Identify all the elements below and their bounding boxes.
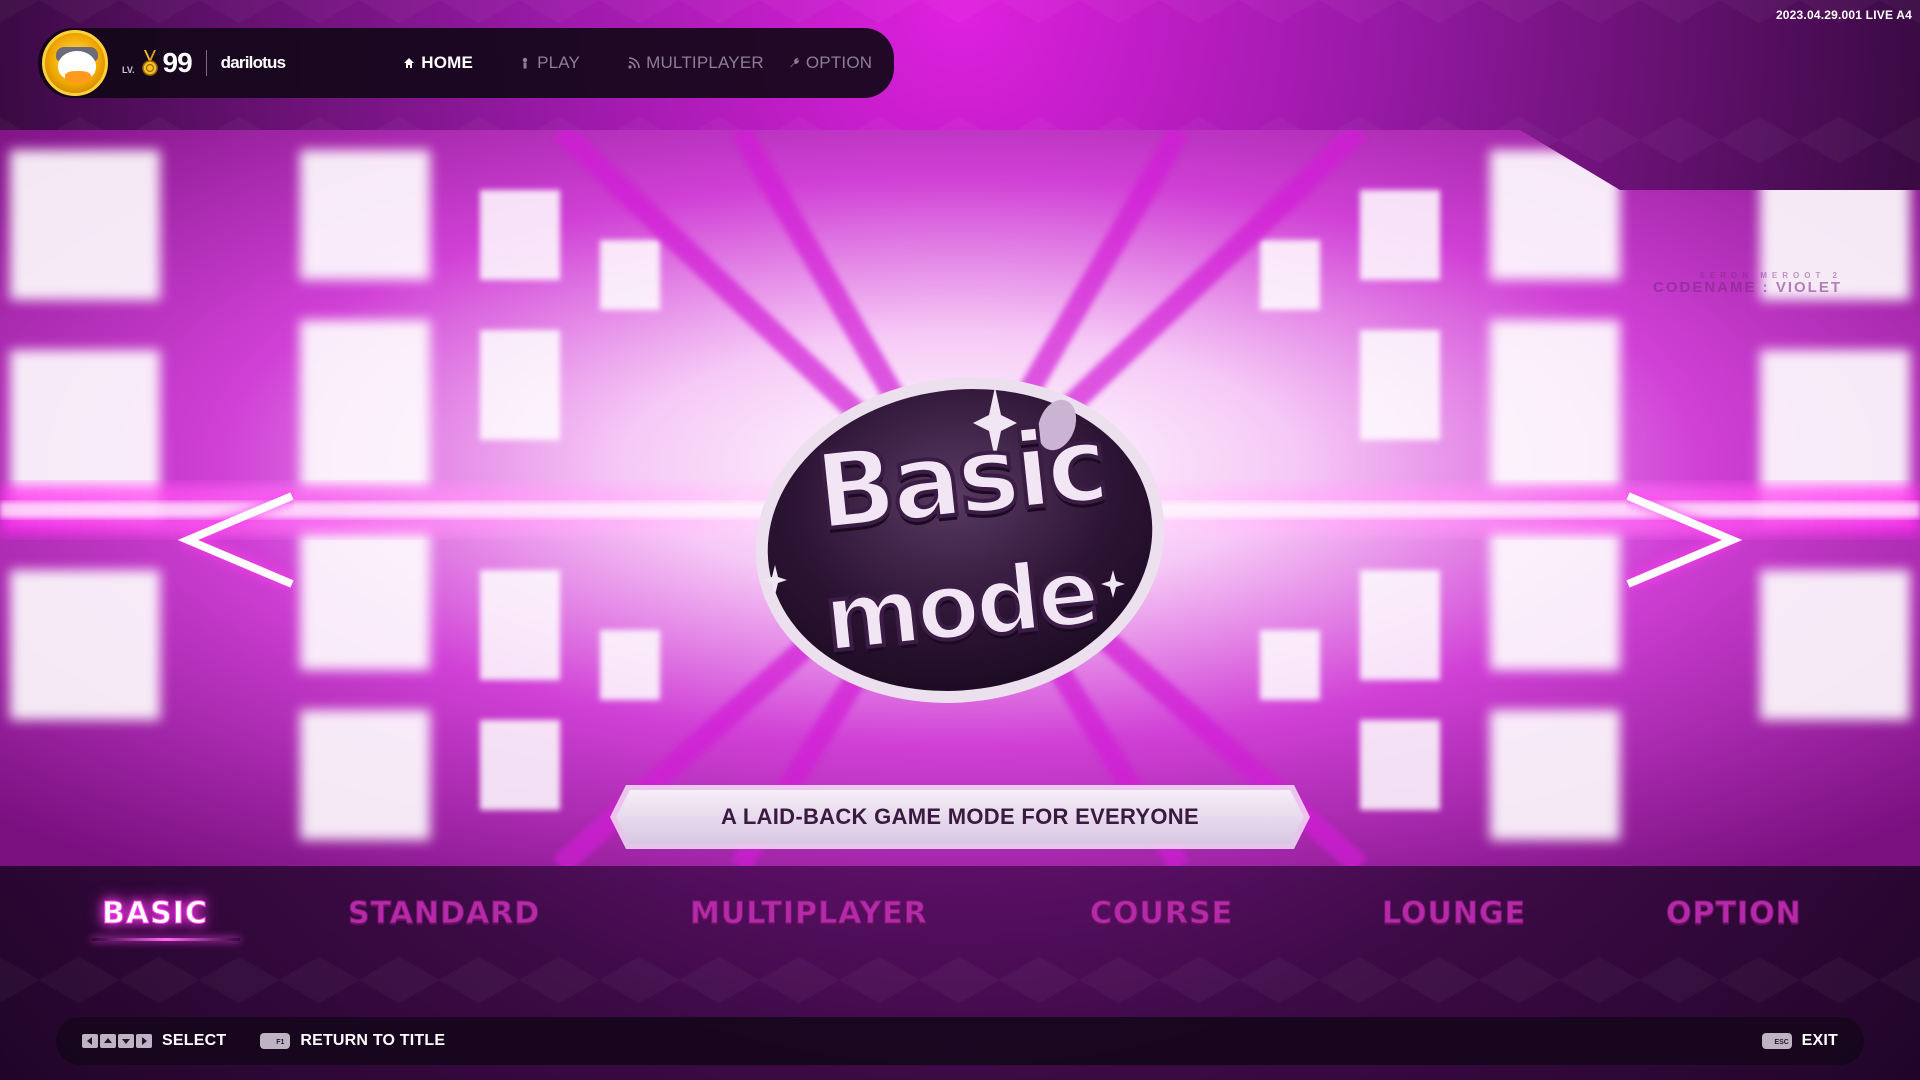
nav-play[interactable]: PLAY bbox=[519, 53, 580, 73]
select-hint: SELECT bbox=[162, 1032, 227, 1049]
nav-multiplayer[interactable]: MULTIPLAYER bbox=[628, 53, 764, 73]
arrow-keys bbox=[82, 1034, 152, 1048]
active-tab-underline bbox=[92, 938, 240, 941]
codename-watermark: SERON MEROOT 2 CODENAME : VIOLET bbox=[1652, 271, 1842, 296]
mode-tabs: BASIC STANDARD MULTIPLAYER COURSE LOUNGE… bbox=[0, 866, 1920, 966]
tab-basic[interactable]: BASIC bbox=[102, 896, 208, 932]
signal-icon bbox=[628, 57, 640, 69]
nav-home[interactable]: HOME bbox=[403, 53, 473, 73]
medal-icon bbox=[141, 50, 159, 76]
tab-standard[interactable]: STANDARD bbox=[347, 896, 540, 932]
up-key-icon bbox=[100, 1034, 116, 1048]
top-nav-bar: LV. 99 darilotus HOME PLAY MULTIPLAYER O… bbox=[38, 28, 894, 98]
player-icon bbox=[522, 57, 528, 69]
tab-option[interactable]: OPTION bbox=[1666, 896, 1802, 932]
tagline-box: A LAID-BACK GAME MODE FOR EVERYONE bbox=[616, 790, 1304, 844]
tab-lounge[interactable]: LOUNGE bbox=[1381, 896, 1526, 932]
next-arrow-icon[interactable] bbox=[1626, 490, 1746, 590]
player-name: darilotus bbox=[220, 53, 286, 72]
level-prefix: LV. bbox=[122, 65, 135, 75]
tab-multiplayer[interactable]: MULTIPLAYER bbox=[690, 896, 928, 932]
nav-play-label: PLAY bbox=[537, 53, 581, 72]
right-key-icon bbox=[136, 1034, 152, 1048]
left-key-icon bbox=[82, 1034, 98, 1048]
control-hints-bar: SELECT F1 RETURN TO TITLE ESC EXIT bbox=[56, 1017, 1864, 1065]
down-key-icon bbox=[118, 1034, 134, 1048]
exit-button[interactable]: EXIT bbox=[1802, 1032, 1838, 1050]
esc-key-icon: ESC bbox=[1761, 1033, 1792, 1049]
player-level: 99 bbox=[162, 47, 193, 78]
mode-description: A LAID-BACK GAME MODE FOR EVERYONE bbox=[721, 804, 1199, 829]
nav-multiplayer-label: MULTIPLAYER bbox=[646, 53, 764, 72]
divider bbox=[205, 50, 207, 76]
f1-key-icon: F1 bbox=[260, 1033, 291, 1049]
nav-option[interactable]: OPTION bbox=[788, 53, 872, 73]
nav-option-label: OPTION bbox=[805, 53, 873, 72]
home-icon bbox=[404, 58, 415, 68]
previous-arrow-icon[interactable] bbox=[174, 490, 294, 590]
tab-course[interactable]: COURSE bbox=[1089, 896, 1233, 932]
return-to-title-button[interactable]: RETURN TO TITLE bbox=[300, 1032, 445, 1050]
wrench-icon bbox=[789, 58, 799, 67]
nav-home-label: HOME bbox=[421, 53, 474, 72]
build-version: 2023.04.29.001 LIVE A4 bbox=[1775, 8, 1912, 22]
player-avatar[interactable] bbox=[42, 30, 108, 96]
